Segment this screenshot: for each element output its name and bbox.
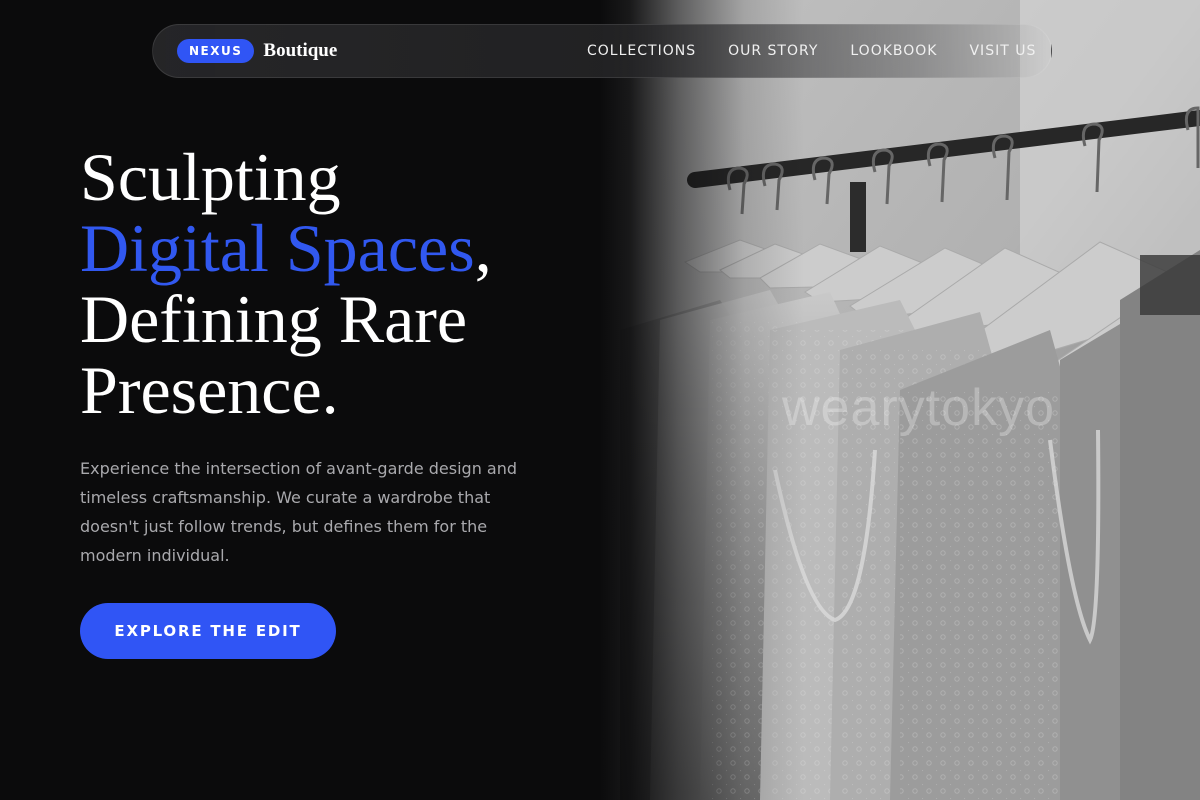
explore-the-edit-button[interactable]: EXPLORE THE EDIT bbox=[80, 603, 336, 659]
hero-description: Experience the intersection of avant-gar… bbox=[80, 459, 518, 565]
image-watermark: wearytokyo bbox=[782, 379, 1055, 437]
headline-line-1: Sculpting bbox=[80, 139, 341, 215]
headline-accent-punct: , bbox=[474, 210, 492, 286]
nav-links: COLLECTIONS OUR STORY LOOKBOOK VISIT US bbox=[587, 25, 1068, 77]
nav-link-visit-us[interactable]: VISIT US bbox=[969, 43, 1036, 59]
headline-accent: Digital Spaces bbox=[80, 210, 475, 286]
top-navbar: NEXUS Boutique COLLECTIONS OUR STORY LOO… bbox=[152, 24, 1052, 78]
headline-line-4: Presence. bbox=[80, 352, 339, 428]
brand-badge: NEXUS bbox=[177, 39, 255, 63]
nav-link-our-story[interactable]: OUR STORY bbox=[728, 43, 818, 59]
brand-logo[interactable]: NEXUS Boutique bbox=[177, 39, 337, 63]
hero-image-clothing-rack: wearytokyo bbox=[600, 0, 1200, 800]
nav-link-collections[interactable]: COLLECTIONS bbox=[587, 43, 696, 59]
headline-line-3: Defining Rare bbox=[80, 281, 468, 357]
brand-name: Boutique bbox=[263, 40, 338, 61]
nav-link-lookbook[interactable]: LOOKBOOK bbox=[850, 43, 937, 59]
headline-line-2: Digital Spaces, bbox=[80, 213, 600, 284]
hero-headline: Sculpting Digital Spaces, Defining Rare … bbox=[80, 142, 600, 426]
